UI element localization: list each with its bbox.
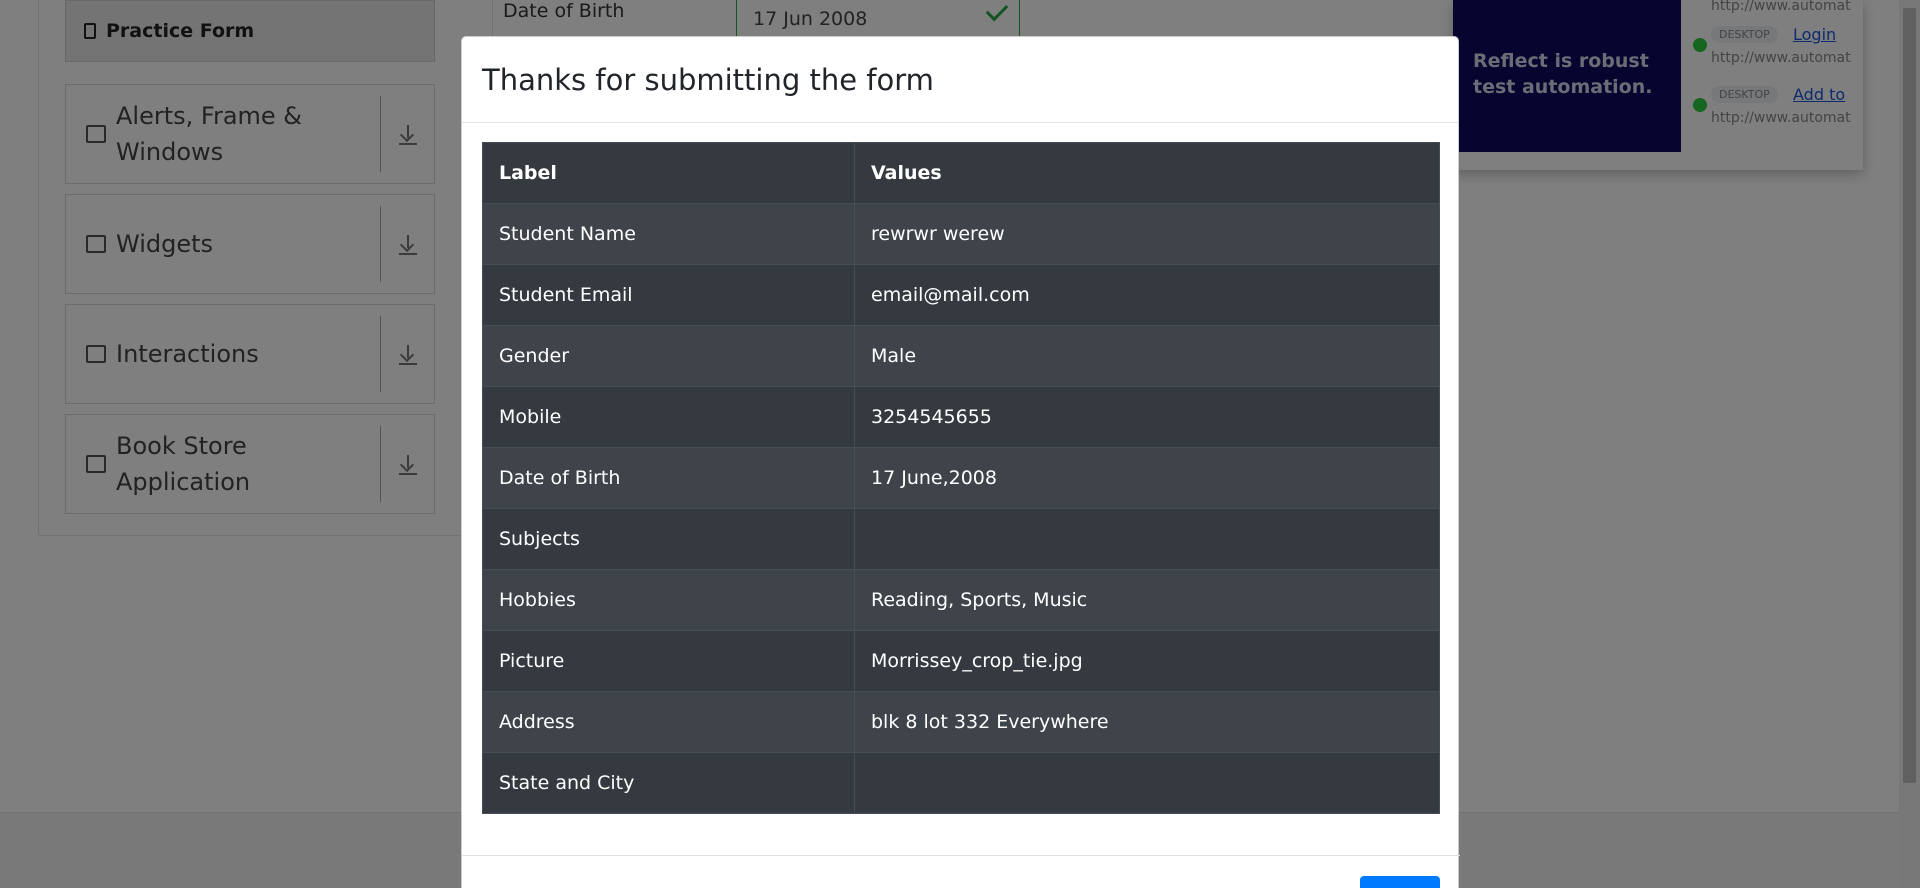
table-row: Mobile 3254545655 [482,386,1440,448]
row-value: Male [854,325,1440,387]
row-value: blk 8 lot 332 Everywhere [854,691,1440,753]
table-row: Hobbies Reading, Sports, Music [482,569,1440,631]
row-label: Subjects [482,508,855,570]
row-value [854,752,1440,814]
submission-modal: Thanks for submitting the form Label Val… [461,36,1460,888]
table-row: Address blk 8 lot 332 Everywhere [482,691,1440,753]
row-value: 17 June,2008 [854,447,1440,509]
table-row: State and City [482,752,1440,814]
results-table: Label Values Student Name rewrwr werew St… [482,142,1440,814]
row-value: rewrwr werew [854,203,1440,265]
table-header-row: Label Values [482,142,1440,204]
modal-footer [462,855,1460,888]
row-label: Address [482,691,855,753]
table-row: Gender Male [482,325,1440,387]
row-label: Hobbies [482,569,855,631]
close-button[interactable] [1360,876,1440,888]
table-row: Picture Morrissey_crop_tie.jpg [482,630,1440,692]
row-value: Reading, Sports, Music [854,569,1440,631]
row-value: 3254545655 [854,386,1440,448]
column-header-label: Label [482,142,855,204]
modal-header: Thanks for submitting the form [462,37,1458,123]
modal-title: Thanks for submitting the form [482,62,934,97]
row-label: Student Email [482,264,855,326]
row-label: Gender [482,325,855,387]
row-value [854,508,1440,570]
row-label: Student Name [482,203,855,265]
results-table-wrap: Label Values Student Name rewrwr werew St… [482,142,1440,814]
row-label: Date of Birth [482,447,855,509]
row-label: State and City [482,752,855,814]
column-header-values: Values [854,142,1440,204]
row-label: Picture [482,630,855,692]
row-label: Mobile [482,386,855,448]
row-value: email@mail.com [854,264,1440,326]
row-value: Morrissey_crop_tie.jpg [854,630,1440,692]
table-row: Student Name rewrwr werew [482,203,1440,265]
table-row: Date of Birth 17 June,2008 [482,447,1440,509]
table-row: Student Email email@mail.com [482,264,1440,326]
table-row: Subjects [482,508,1440,570]
